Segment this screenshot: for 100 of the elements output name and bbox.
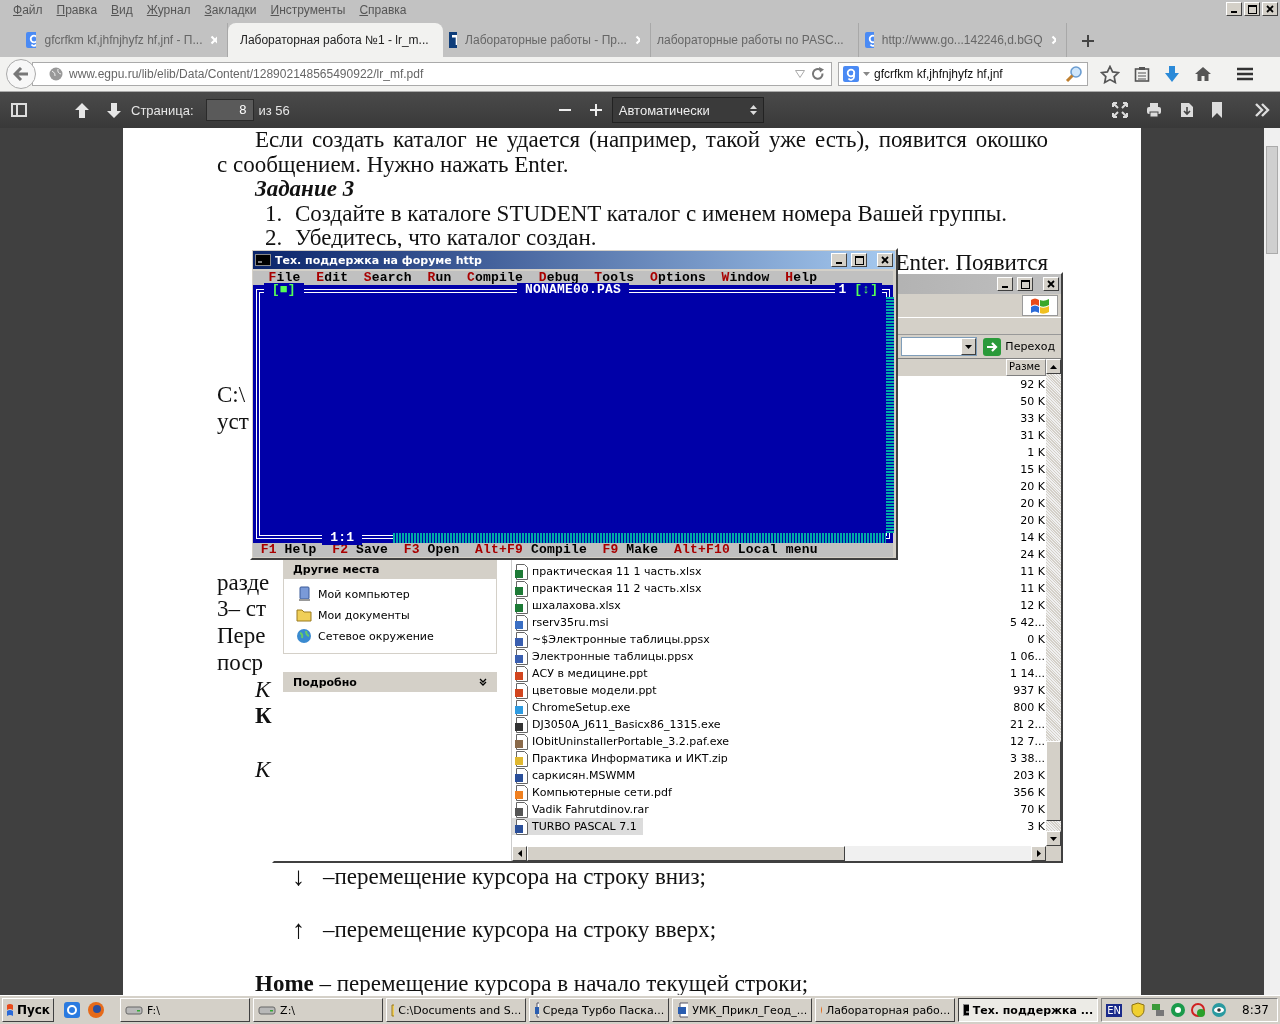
column-header[interactable]: Разме [1006, 359, 1046, 376]
menu-item[interactable]: Debug [538, 271, 579, 285]
antivirus-icon[interactable] [1190, 1002, 1207, 1018]
chevron-icon[interactable] [479, 678, 487, 686]
sidebar-icon[interactable] [11, 103, 27, 117]
zoom-in-icon[interactable] [589, 104, 602, 116]
up-arrow-icon[interactable] [75, 102, 89, 118]
status-hotkey[interactable]: F3 Open [403, 543, 460, 557]
taskbar-button[interactable]: F:\ [120, 998, 251, 1022]
editor-area[interactable]: [■] NONAME00.PAS 1 [↕] 1:1 [253, 285, 893, 543]
close-button[interactable] [877, 253, 893, 267]
start-button[interactable]: Пуск [2, 998, 54, 1022]
zoom-select[interactable]: Автоматически [611, 97, 764, 123]
place-link[interactable]: Мой компьютер [296, 585, 484, 603]
list-entry[interactable]: практическая 11 1 часть.xlsx [512, 563, 708, 580]
menu-item[interactable]: File [268, 271, 301, 285]
save-icon[interactable] [1180, 102, 1194, 118]
browser-tab[interactable]: Лабораторная работа №1 - lr_m... [228, 23, 443, 57]
size-grip[interactable] [1046, 846, 1061, 861]
menu-item[interactable]: Журнал [139, 3, 198, 17]
list-entry[interactable]: практическая 11 2 часть.xlsx [512, 580, 708, 597]
dropdown-button[interactable] [961, 338, 977, 355]
list-entry[interactable]: DJ3050A_J611_Basicx86_1315.exe [512, 716, 727, 733]
taskbar-button[interactable]: C:\Documents and S... [386, 998, 527, 1022]
maximize-button[interactable] [851, 253, 867, 267]
menu-item[interactable]: Help [785, 271, 818, 285]
menu-icon[interactable] [1236, 67, 1254, 81]
panel-header[interactable]: Подробно [283, 672, 497, 692]
address-field[interactable]: www.egpu.ru/lib/elib/Data/Content/128902148565490922/lr_mf.pdf [32, 62, 832, 86]
menu-item[interactable]: Edit [316, 271, 349, 285]
clipboard-icon[interactable] [1134, 66, 1150, 82]
home-icon[interactable] [1194, 66, 1212, 82]
download-icon[interactable] [1164, 65, 1180, 83]
close-button[interactable] [1262, 2, 1278, 16]
menu-item[interactable]: Справка [352, 3, 414, 17]
language-indicator[interactable]: EN [1106, 1003, 1123, 1017]
back-button[interactable] [6, 59, 36, 89]
bookmark-icon[interactable] [1212, 102, 1222, 118]
list-entry[interactable]: Компьютерные сети.pdf [512, 784, 678, 801]
eye-icon[interactable] [1210, 1002, 1229, 1018]
minimize-button[interactable] [1226, 2, 1242, 16]
menu-item[interactable]: Window [721, 271, 770, 285]
scroll-arrow-icon[interactable] [1036, 850, 1041, 857]
status-hotkey[interactable]: F9 Make [602, 543, 659, 557]
menu-item[interactable]: Вид [104, 3, 140, 17]
status-hotkey[interactable]: F1 Help [260, 543, 317, 557]
browser-icon[interactable] [63, 1001, 81, 1019]
list-entry[interactable]: цветовые модели.ppt [512, 682, 663, 699]
status-hotkey[interactable]: Alt+F9 Compile [475, 543, 587, 557]
list-entry[interactable]: АСУ в медицине.ppt [512, 665, 654, 682]
status-hotkey[interactable]: Alt+F10 Local menu [673, 543, 818, 557]
taskbar-button[interactable]: УМК_Прикл_Геод_... [672, 998, 813, 1022]
down-arrow-icon[interactable] [107, 102, 121, 118]
search-icon[interactable] [1065, 65, 1083, 83]
list-entry[interactable]: саркисян.MSWMM [512, 767, 642, 784]
menu-item[interactable]: Options [649, 271, 706, 285]
scrollbar-thumb[interactable] [1046, 741, 1061, 821]
search-field[interactable]: gfcrfkm kf,jhfnjhyfz hf,jnf [838, 62, 1088, 86]
list-entry[interactable]: Практика Информатика и ИКТ.zip [512, 750, 734, 767]
menu-item[interactable]: Файл [6, 3, 50, 17]
taskbar-button[interactable]: Z:\ [253, 998, 384, 1022]
menu-item[interactable]: Tools [594, 271, 635, 285]
list-entry[interactable]: ChromeSetup.exe [512, 699, 637, 716]
list-entry[interactable]: rserv35ru.msi [512, 614, 615, 631]
taskbar-button[interactable]: Тех. поддержка ... [958, 998, 1099, 1022]
network-icon[interactable] [1150, 1002, 1167, 1018]
scroll-arrow-icon[interactable] [517, 850, 522, 857]
menu-item[interactable]: Search [363, 271, 412, 285]
page-number-field[interactable]: 8 [205, 99, 254, 121]
fullscreen-icon[interactable] [1112, 102, 1128, 118]
go-button[interactable]: Переход [981, 336, 1057, 357]
list-entry[interactable]: Vadik Fahrutdinov.rar [512, 801, 655, 818]
new-tab-icon[interactable] [1081, 34, 1095, 48]
menu-item[interactable]: Инструменты [263, 3, 353, 17]
scroll-arrow-icon[interactable] [1050, 836, 1057, 841]
menu-item[interactable]: Закладки [197, 3, 264, 17]
menu-item[interactable]: Compile [467, 271, 524, 285]
print-icon[interactable] [1146, 102, 1162, 118]
star-icon[interactable] [1100, 64, 1120, 84]
caret-icon[interactable] [863, 72, 870, 76]
list-entry[interactable]: ~$Электронные таблицы.ppsx [512, 631, 716, 648]
menu-item[interactable]: Правка [49, 3, 105, 17]
taskbar-button[interactable]: Среда Турбо Паска... [529, 998, 670, 1022]
list-entry[interactable]: IObitUninstallerPortable_3.2.paf.exe [512, 733, 736, 750]
address-field[interactable] [901, 337, 978, 356]
list-entry[interactable]: Электронные таблицы.ppsx [512, 648, 700, 665]
double-chevron-icon[interactable] [1254, 103, 1270, 117]
menu-item[interactable]: Run [427, 271, 452, 285]
ring-icon[interactable] [1170, 1002, 1187, 1018]
close-control[interactable]: [■] [263, 283, 304, 297]
place-link[interactable]: Сетевое окружение [296, 627, 484, 645]
minimize-button[interactable] [831, 253, 847, 267]
place-link[interactable]: Мои документы [296, 607, 484, 623]
list-entry[interactable]: TURBO PASCAL 7.1 [512, 818, 643, 835]
maximize-button[interactable] [1244, 2, 1260, 16]
taskbar-button[interactable]: Лабораторная рабо... [815, 998, 956, 1022]
scroll-arrow-icon[interactable] [1050, 364, 1057, 369]
panel-header[interactable]: Другие места [283, 559, 497, 579]
reload-icon[interactable] [811, 67, 825, 81]
zoom-control[interactable]: [↕] [854, 283, 879, 297]
